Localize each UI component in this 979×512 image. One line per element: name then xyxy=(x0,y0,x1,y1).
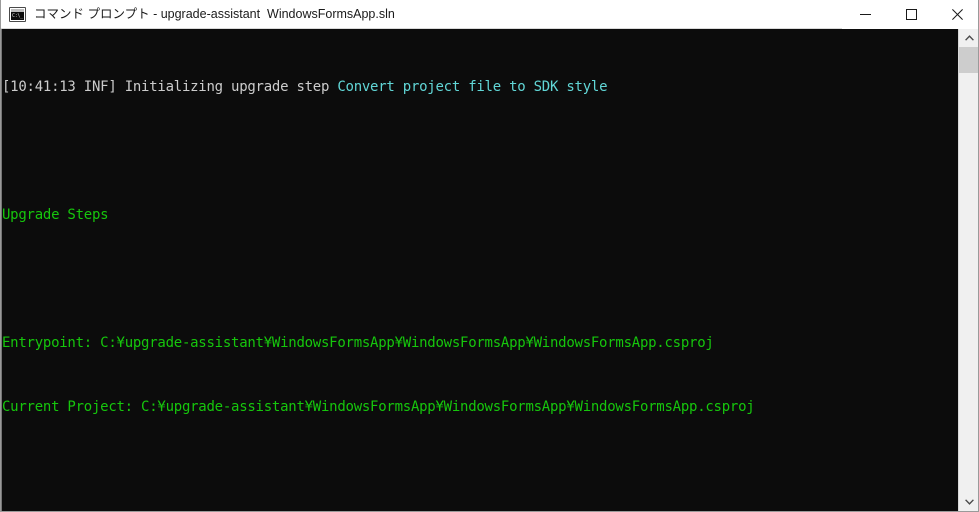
title-bar[interactable]: C:\_ コマンド プロンプト - upgrade-assistant Wind… xyxy=(1,0,978,29)
vertical-scrollbar[interactable] xyxy=(958,29,978,511)
scroll-down-button[interactable] xyxy=(959,493,978,511)
window-title: コマンド プロンプト - upgrade-assistant WindowsFo… xyxy=(34,6,395,21)
entrypoint-line: Entrypoint: C:¥upgrade-assistant¥Windows… xyxy=(2,335,958,351)
close-icon xyxy=(951,9,963,20)
window-controls xyxy=(842,0,978,29)
entrypoint-label: Entrypoint: xyxy=(2,335,101,351)
log-message: Initializing upgrade step xyxy=(124,79,338,95)
log-step-name: Convert project file to SDK style xyxy=(337,79,608,95)
chevron-up-icon xyxy=(965,35,974,41)
console-text-buffer: [10:41:13 INF] Initializing upgrade step… xyxy=(2,29,958,511)
chevron-down-icon xyxy=(965,499,974,505)
current-project-path: C:¥upgrade-assistant¥WindowsFormsApp¥Win… xyxy=(141,399,755,415)
scroll-up-button[interactable] xyxy=(959,29,978,47)
entrypoint-path: C:¥upgrade-assistant¥WindowsFormsApp¥Win… xyxy=(100,335,714,351)
scrollbar-thumb[interactable] xyxy=(959,47,978,73)
console-area: [10:41:13 INF] Initializing upgrade step… xyxy=(1,29,978,511)
console-output[interactable]: [10:41:13 INF] Initializing upgrade step… xyxy=(2,29,958,511)
minimize-icon xyxy=(859,14,871,15)
maximize-icon xyxy=(905,9,917,20)
close-button[interactable] xyxy=(934,0,978,29)
log-timestamp: [10:41:13 INF] xyxy=(2,79,125,95)
cmd-icon: C:\_ xyxy=(9,6,26,22)
current-project-label: Current Project: xyxy=(2,399,142,415)
minimize-button[interactable] xyxy=(842,0,888,29)
command-prompt-window: C:\_ コマンド プロンプト - upgrade-assistant Wind… xyxy=(0,0,979,512)
maximize-button[interactable] xyxy=(888,0,934,29)
section-title: Upgrade Steps xyxy=(2,207,109,223)
log-line: [10:41:13 INF] Initializing upgrade step… xyxy=(2,79,958,95)
cmd-icon-screen: C:\_ xyxy=(11,11,24,20)
scrollbar-track[interactable] xyxy=(959,47,978,493)
current-project-line: Current Project: C:¥upgrade-assistant¥Wi… xyxy=(2,399,958,415)
